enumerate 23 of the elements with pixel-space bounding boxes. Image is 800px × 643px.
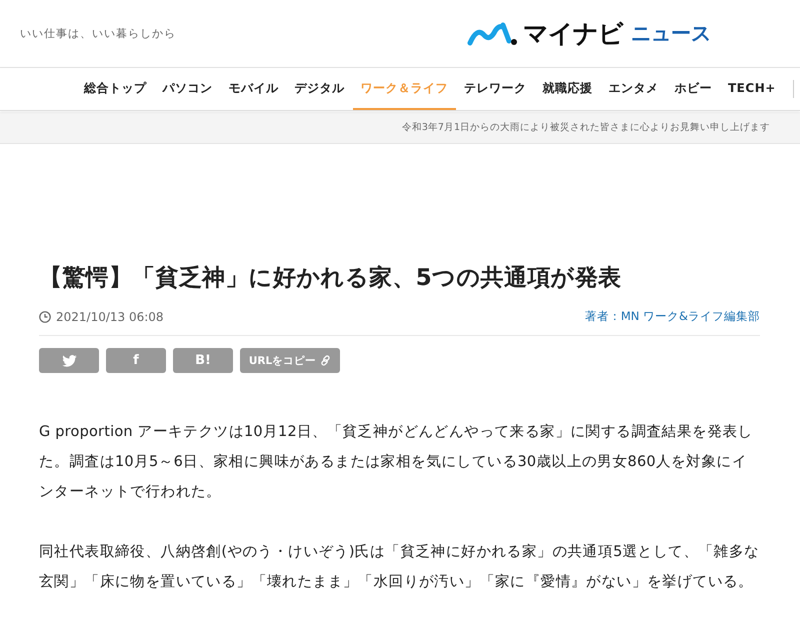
notice-text: 令和3年7月1日からの大雨により被災された皆さまに心よりお見舞い申し上げます: [402, 121, 770, 134]
nav-tab[interactable]: デジタル: [286, 68, 352, 110]
body-paragraph: G proportion アーキテクツは10月12日、「貧乏神がどんどんやって来る家」に関する調査結果を発表した。調査は10月5～6日、家相に興味があるまたは家相を気にしている30歳以上の男女860人を対象にインターネットで行われた。: [39, 422, 754, 502]
nav-tab[interactable]: 就職応援: [534, 68, 600, 110]
nav-tab[interactable]: ホビー: [666, 68, 720, 110]
nav-tab[interactable]: エンタメ: [600, 68, 666, 110]
article-title: 【驚愕】「貧乏神」に好かれる家、5つの共通項が発表: [39, 264, 623, 293]
body-paragraph: 同社代表取締役、八納啓創(やのう・けいぞう)氏は「貧乏神に好かれる家」の共通項5選として、「雑多な玄関」「床に物を置いている」「壊れたまま」「水回りが汚い」「家に『愛情』がない」を挙げている。: [39, 542, 760, 592]
nav-tab[interactable]: テレワーク: [456, 68, 534, 110]
clock-icon: [39, 310, 51, 322]
nav-tab[interactable]: パソコン: [154, 68, 220, 110]
nav-tab[interactable]: 総合トップ: [76, 68, 154, 110]
publish-date: 2021/10/13 06:08: [56, 310, 164, 324]
nav-tab[interactable]: TECH+: [720, 68, 784, 110]
logo-service[interactable]: ニュース: [631, 20, 711, 47]
author-link[interactable]: 著者：MN ワーク&ライフ編集部: [584, 309, 760, 324]
nav-tab[interactable]: モバイル: [220, 68, 286, 110]
twitter-share-button[interactable]: [39, 348, 99, 373]
logo-brand[interactable]: マイナビ: [523, 17, 623, 50]
link-icon: [320, 355, 332, 366]
tagline: いい仕事は、いい暮らしから: [20, 26, 177, 41]
logo-mark-icon: [467, 20, 519, 46]
bird-icon: [62, 354, 76, 366]
